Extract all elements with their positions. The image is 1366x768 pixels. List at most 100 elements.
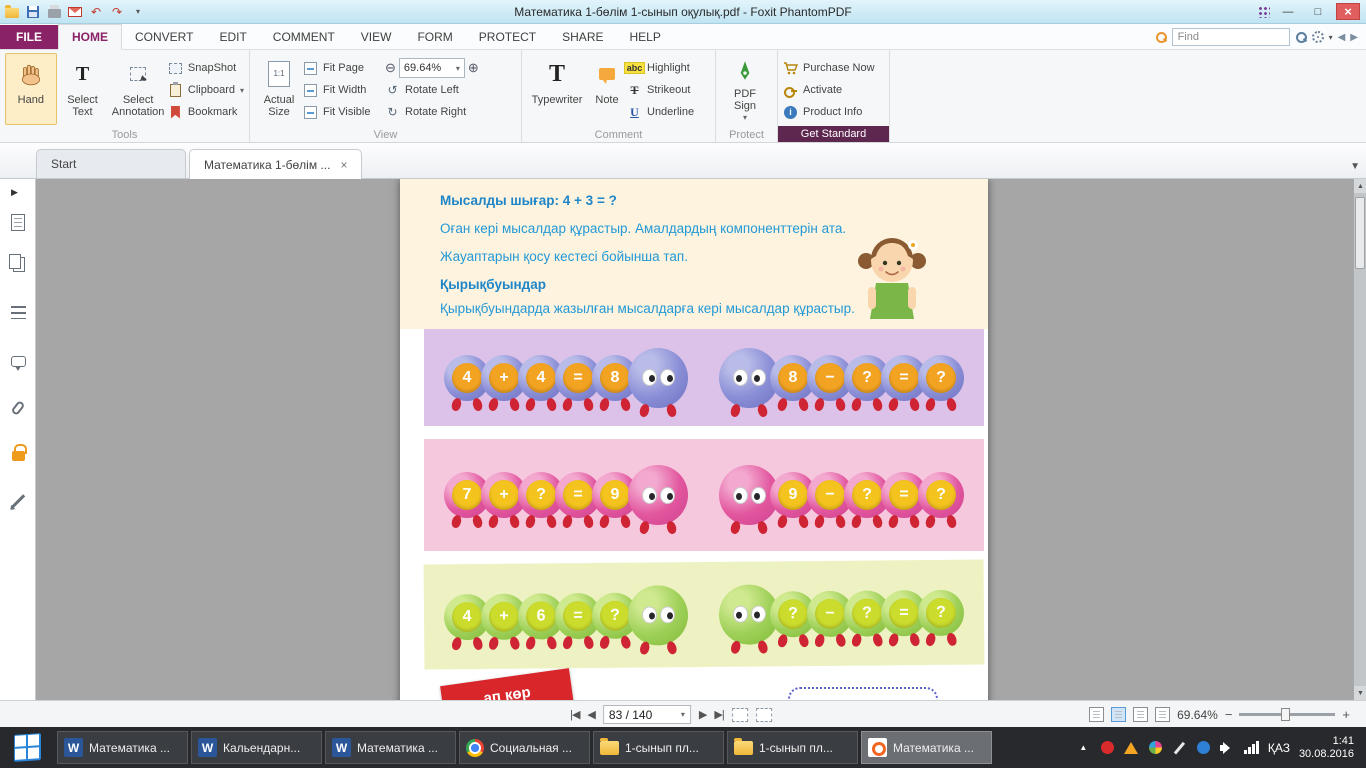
tab-file[interactable]: FILE — [0, 25, 58, 49]
volume-icon[interactable] — [1220, 740, 1235, 755]
color-app-icon[interactable] — [1148, 740, 1163, 755]
select-annotation-button[interactable]: Select Annotation — [108, 53, 168, 125]
taskbar-item-word-1[interactable]: W Математика ... — [57, 731, 188, 764]
tab-view[interactable]: VIEW — [348, 25, 405, 49]
print-icon[interactable] — [46, 4, 62, 20]
rotate-right-button[interactable]: ↻ Rotate Right — [385, 102, 513, 122]
start-button[interactable] — [0, 727, 54, 768]
taskbar-item-folder-2[interactable]: 1-сынып пл... — [727, 731, 858, 764]
fit-page-button[interactable]: Fit Page — [303, 58, 385, 78]
sidebar-signature-icon[interactable] — [8, 491, 28, 511]
product-info-button[interactable]: i Product Info — [783, 102, 875, 122]
taskbar-item-chrome[interactable]: Социальная ... — [459, 731, 590, 764]
scrollbar-thumb[interactable] — [1355, 197, 1365, 269]
doc-tab-start[interactable]: Start — [36, 149, 186, 178]
tab-form[interactable]: FORM — [404, 25, 465, 49]
tab-share[interactable]: SHARE — [549, 25, 616, 49]
email-icon[interactable] — [67, 4, 83, 20]
taskbar-item-word-3[interactable]: W Математика ... — [325, 731, 456, 764]
zoom-in-button[interactable]: + — [1342, 707, 1350, 722]
scroll-up-icon[interactable]: ▲ — [1354, 179, 1366, 193]
select-text-button[interactable]: T Select Text — [57, 53, 109, 125]
single-page-view-icon[interactable] — [1089, 707, 1104, 722]
clipboard-view-icon[interactable] — [756, 708, 772, 722]
redo-icon[interactable]: ↷ — [109, 4, 125, 20]
sidebar-comments-icon[interactable] — [8, 353, 28, 373]
zoom-slider[interactable] — [1239, 713, 1335, 716]
zoom-slider-thumb[interactable] — [1281, 708, 1290, 721]
gear-icon[interactable] — [1312, 31, 1324, 43]
snapshot-button[interactable]: SnapShot — [168, 58, 244, 78]
doc-tab-current[interactable]: Математика 1-бөлім ... × — [189, 149, 362, 179]
network-signal-icon[interactable] — [1244, 740, 1259, 755]
minimize-button[interactable]: — — [1276, 3, 1300, 20]
vertical-scrollbar[interactable]: ▲ ▼ — [1353, 179, 1366, 700]
tab-home[interactable]: HOME — [58, 24, 122, 50]
doc-tab-close-icon[interactable]: × — [340, 158, 347, 172]
zoom-out-icon[interactable]: ⊖ — [385, 60, 396, 76]
typewriter-button[interactable]: T Typewriter — [527, 53, 587, 125]
scroll-down-icon[interactable]: ▼ — [1354, 686, 1366, 700]
quick-access-caret-icon[interactable]: ▾ — [130, 4, 146, 20]
strikeout-button[interactable]: T Strikeout — [627, 80, 694, 100]
next-result-icon[interactable]: ▶ — [1350, 32, 1358, 43]
underline-button[interactable]: U Underline — [627, 102, 694, 122]
find-input[interactable]: Find — [1172, 28, 1290, 46]
close-button[interactable]: × — [1336, 3, 1360, 20]
find-options-caret-icon[interactable]: ▾ — [1329, 33, 1333, 42]
previous-page-button[interactable]: ◀ — [587, 708, 594, 721]
doc-tab-list-caret-icon[interactable]: ▼ — [1350, 161, 1360, 178]
pen-tray-icon[interactable] — [1172, 740, 1187, 755]
restore-button[interactable]: □ — [1306, 3, 1330, 20]
fit-visible-button[interactable]: Fit Visible — [303, 102, 385, 122]
activate-button[interactable]: Activate — [783, 80, 875, 100]
sidebar-pages-icon[interactable] — [8, 253, 28, 273]
last-page-button[interactable]: ▶| — [714, 708, 723, 721]
continuous-view-icon[interactable] — [1111, 707, 1126, 722]
note-button[interactable]: Note — [587, 53, 627, 125]
search-icon[interactable] — [1295, 31, 1307, 43]
snapshot-view-icon[interactable] — [732, 708, 748, 722]
bookmark-button[interactable]: Bookmark — [168, 102, 244, 122]
tab-help[interactable]: HELP — [616, 25, 673, 49]
highlight-button[interactable]: abc Highlight — [627, 58, 694, 78]
pdf-sign-button[interactable]: PDF Sign ▾ — [721, 53, 769, 125]
hidden-icons-chevron-icon[interactable]: ▲ — [1076, 740, 1091, 755]
tab-protect[interactable]: PROTECT — [466, 25, 549, 49]
sidebar-security-lock-icon[interactable] — [8, 443, 28, 463]
next-page-button[interactable]: ▶ — [699, 708, 706, 721]
tab-convert[interactable]: CONVERT — [122, 25, 206, 49]
layout-grid-icon[interactable] — [1257, 5, 1270, 18]
zoom-combobox[interactable]: 69.64% ▾ — [399, 58, 465, 78]
sidebar-bookmarks-icon[interactable] — [8, 213, 28, 233]
taskbar-item-word-2[interactable]: W Кальендарн... — [191, 731, 322, 764]
warning-icon[interactable] — [1124, 740, 1139, 755]
language-indicator[interactable]: ҚАЗ — [1268, 741, 1290, 755]
save-icon[interactable] — [25, 4, 41, 20]
prev-result-icon[interactable]: ◀ — [1338, 32, 1346, 43]
tab-edit[interactable]: EDIT — [206, 25, 259, 49]
continuous-facing-view-icon[interactable] — [1155, 707, 1170, 722]
clipboard-button[interactable]: Clipboard ▾ — [168, 80, 244, 100]
zoom-out-button[interactable]: − — [1225, 707, 1233, 722]
facing-view-icon[interactable] — [1133, 707, 1148, 722]
sidebar-attachments-icon[interactable] — [8, 399, 28, 419]
hand-tool-button[interactable]: Hand — [5, 53, 57, 125]
actual-size-button[interactable]: 1:1 Actual Size — [255, 53, 303, 125]
antivirus-icon[interactable] — [1100, 740, 1115, 755]
sidebar-layers-icon[interactable] — [8, 303, 28, 323]
fit-width-button[interactable]: Fit Width — [303, 80, 385, 100]
sidebar-expand-icon[interactable]: ▶ — [11, 187, 31, 207]
zoom-in-icon[interactable]: ⊕ — [468, 60, 479, 76]
taskbar-item-folder-1[interactable]: 1-сынып пл... — [593, 731, 724, 764]
page-number-input[interactable]: 83 / 140 ▾ — [603, 705, 691, 724]
open-folder-icon[interactable] — [4, 4, 20, 20]
undo-icon[interactable]: ↶ — [88, 4, 104, 20]
purchase-now-button[interactable]: Purchase Now — [783, 58, 875, 78]
rotate-left-button[interactable]: ↺ Rotate Left — [385, 80, 513, 100]
clock[interactable]: 1:41 30.08.2016 — [1299, 735, 1358, 761]
blue-app-icon[interactable] — [1196, 740, 1211, 755]
first-page-button[interactable]: |◀ — [570, 708, 579, 721]
tab-comment[interactable]: COMMENT — [260, 25, 348, 49]
taskbar-item-foxit[interactable]: Математика ... — [861, 731, 992, 764]
